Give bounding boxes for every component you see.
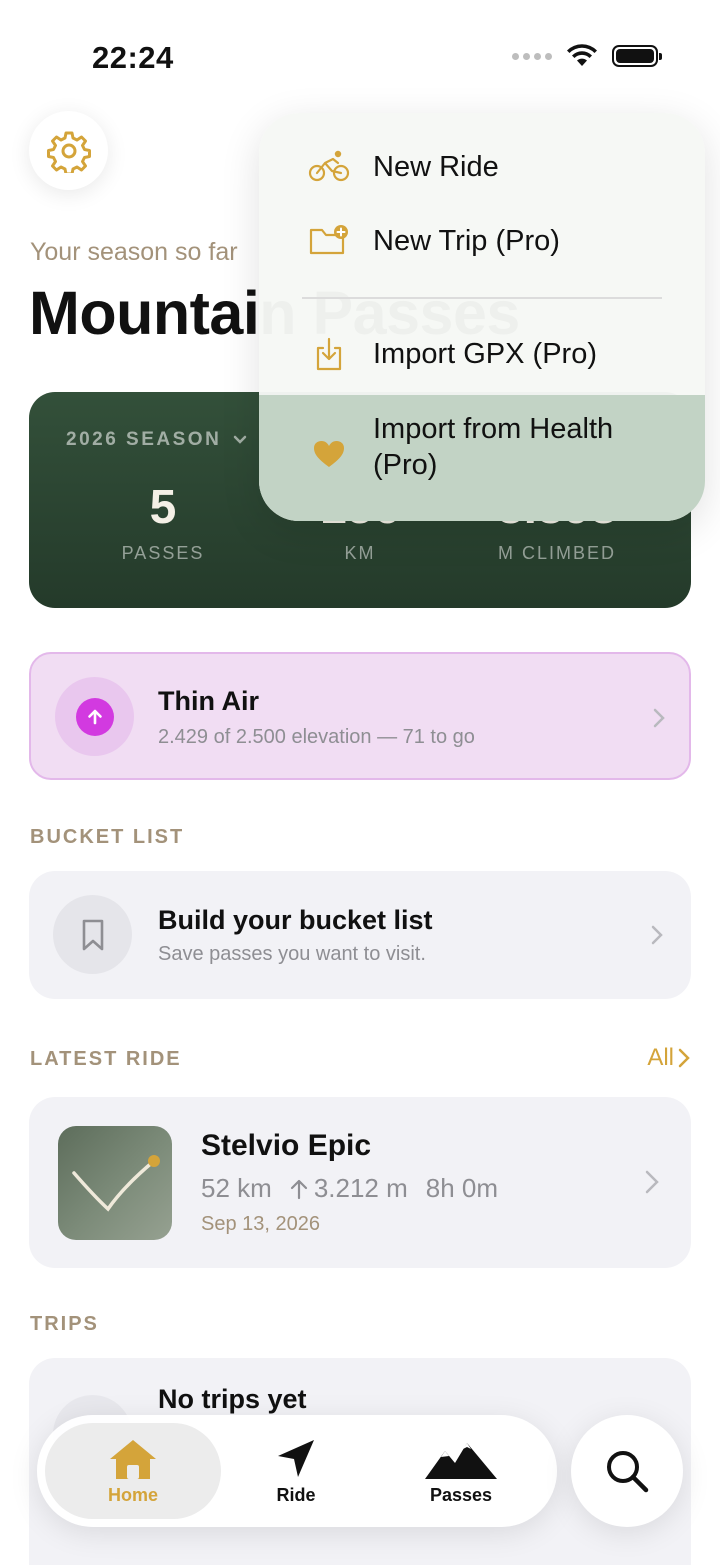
navigation-arrow-icon: [278, 1439, 314, 1477]
search-button[interactable]: [571, 1415, 683, 1527]
battery-icon: [612, 45, 662, 67]
menu-label: Import GPX (Pro): [373, 338, 597, 370]
tab-ride[interactable]: Ride: [221, 1423, 371, 1519]
chevron-right-icon: [653, 708, 665, 728]
ride-duration: 8h 0m: [425, 1173, 499, 1203]
stat-passes: 5 PASSES: [63, 480, 263, 564]
import-icon: [316, 337, 342, 371]
ride-distance: 52 km: [201, 1173, 272, 1203]
all-rides-link[interactable]: All: [647, 1044, 690, 1072]
chevron-right-icon: [651, 925, 663, 945]
tab-home[interactable]: Home: [45, 1423, 221, 1519]
achievement-badge: [55, 677, 134, 756]
ride-elevation: 3.212 m: [313, 1173, 408, 1203]
achievement-card[interactable]: Thin Air 2.429 of 2.500 elevation — 71 t…: [29, 652, 691, 780]
trips-label: TRIPS: [30, 1313, 99, 1335]
menu-label: New Trip (Pro): [373, 225, 560, 257]
tab-passes[interactable]: Passes: [371, 1423, 551, 1519]
tab-label: Home: [107, 1484, 158, 1505]
stat-value: 5: [149, 481, 177, 534]
new-ride-menu: New Ride New Trip (Pro) Import GPX (Pro): [259, 113, 705, 521]
chevron-right-icon: [645, 1170, 659, 1194]
latest-ride-card[interactable]: Stelvio Epic 52 km 3.212 m 8h 0m Sep 13,…: [29, 1097, 691, 1268]
bookmark-icon: [82, 919, 103, 950]
menu-label: Import from Health (Pro): [373, 413, 614, 481]
stat-label: KM: [344, 543, 376, 563]
heart-icon: [314, 441, 344, 467]
bicycle-icon: [308, 150, 350, 182]
season-label: 2026 SEASON: [66, 429, 222, 450]
trips-title: No trips yet: [158, 1384, 307, 1414]
all-link-label: All: [647, 1044, 674, 1071]
bucket-list-label: BUCKET LIST: [30, 826, 185, 848]
ride-title: Stelvio Epic: [201, 1129, 372, 1162]
elevation-arrow-icon: [290, 1179, 307, 1199]
stat-label: PASSES: [121, 543, 205, 563]
bucket-list-title: Build your bucket list: [158, 905, 433, 935]
wifi-icon: [567, 44, 597, 66]
search-icon: [607, 1451, 649, 1493]
settings-button[interactable]: [29, 111, 108, 190]
menu-item-import-gpx[interactable]: Import GPX (Pro): [259, 318, 705, 390]
menu-item-import-health[interactable]: Import from Health (Pro): [259, 395, 705, 521]
chevron-right-icon: [678, 1048, 690, 1068]
arrow-up-icon: [87, 709, 102, 724]
tab-bar: Home Ride Passes: [37, 1415, 557, 1527]
latest-ride-label: LATEST RIDE: [30, 1048, 182, 1070]
season-selector[interactable]: 2026 SEASON: [66, 429, 247, 451]
bookmark-badge: [53, 895, 132, 974]
status-time: 22:24: [92, 40, 174, 75]
menu-divider: [302, 297, 662, 299]
bucket-list-subtitle: Save passes you want to visit.: [158, 943, 426, 965]
tab-label: Passes: [429, 1484, 493, 1505]
ride-date: Sep 13, 2026: [201, 1213, 320, 1235]
bucket-list-card[interactable]: Build your bucket list Save passes you w…: [29, 871, 691, 999]
menu-label: New Ride: [373, 151, 499, 183]
tab-label: Ride: [276, 1484, 316, 1505]
status-indicators: [512, 44, 662, 68]
ride-stats: 52 km 3.212 m 8h 0m: [201, 1173, 498, 1204]
menu-item-new-trip[interactable]: New Trip (Pro): [259, 205, 705, 277]
achievement-title: Thin Air: [158, 686, 259, 716]
house-icon: [110, 1439, 156, 1479]
route-map-icon: [72, 1155, 160, 1212]
folder-plus-icon: [309, 225, 348, 255]
stat-label: M CLIMBED: [497, 543, 616, 563]
achievement-subtitle: 2.429 of 2.500 elevation — 71 to go: [158, 726, 475, 748]
gear-icon: [46, 131, 91, 173]
chevron-down-icon: [234, 435, 247, 444]
cellular-signal-icon: [512, 52, 552, 60]
season-subtitle: Your season so far: [30, 238, 238, 266]
mountains-icon: [425, 1442, 497, 1479]
ride-route-thumbnail: [58, 1126, 172, 1240]
menu-item-new-ride[interactable]: New Ride: [259, 131, 705, 203]
